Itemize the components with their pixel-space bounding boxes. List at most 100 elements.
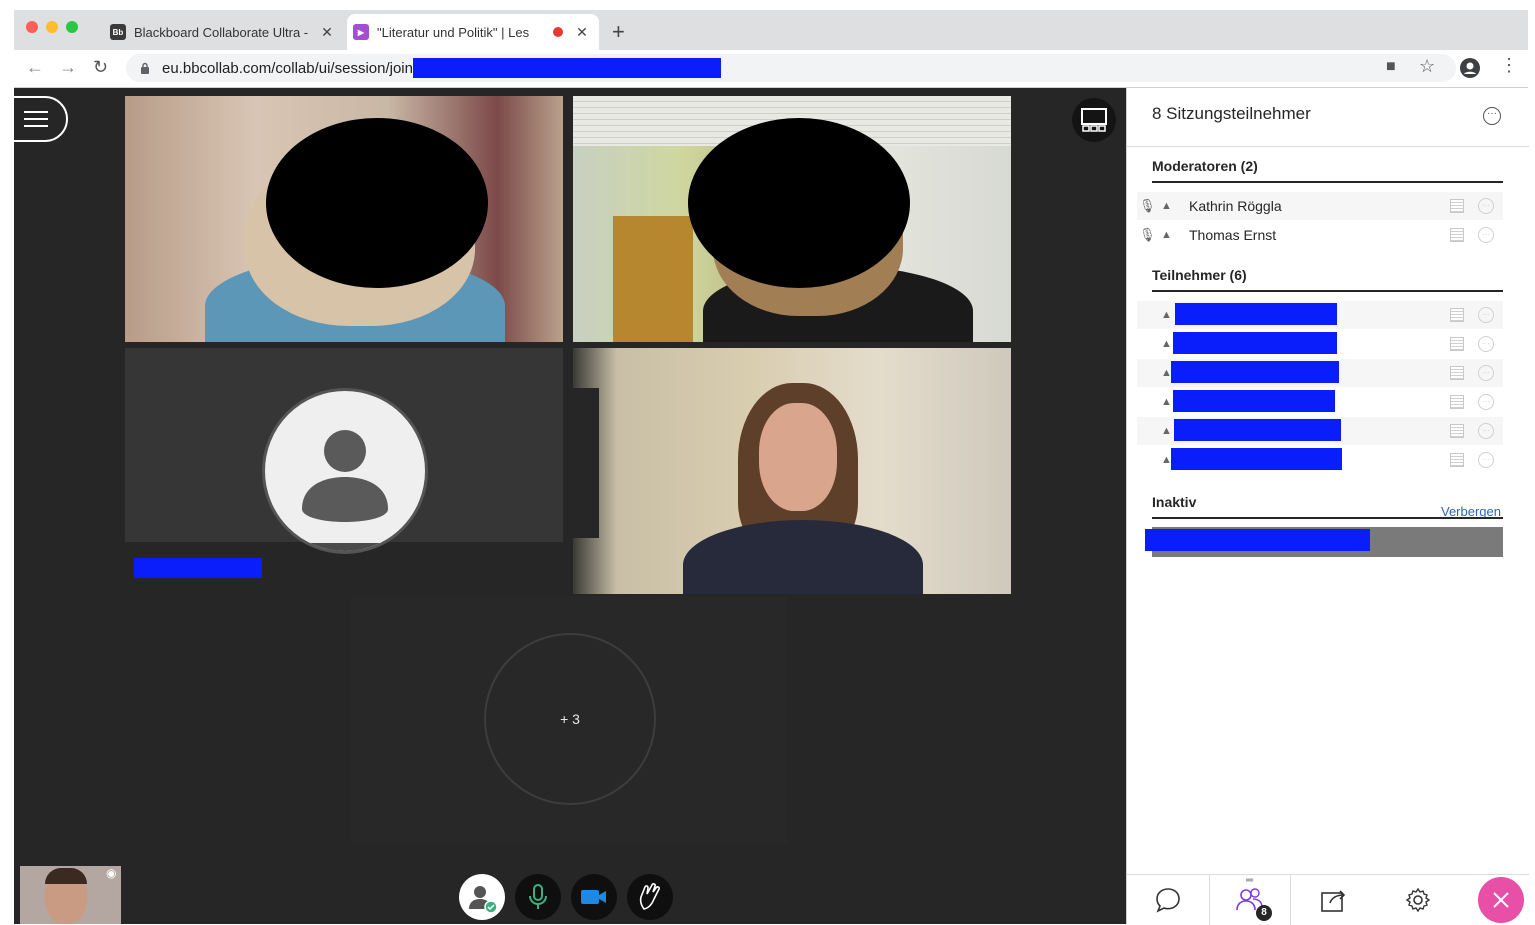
gear-icon [1405,887,1431,913]
close-tab-icon[interactable]: ✕ [318,24,336,41]
raise-hand-button[interactable] [627,874,673,920]
more-participants-count: + 3 [484,633,656,805]
camera-button[interactable] [571,874,617,920]
video-stage: + 3 ◉ [4,88,1126,924]
chat-bubble-icon [1156,888,1180,913]
address-bar[interactable]: eu.bbcollab.com/collab/ui/session/join [126,54,1456,82]
chat-icon[interactable] [1450,199,1464,213]
more-options-icon[interactable]: ··· [1483,107,1501,125]
tab-blackboard[interactable]: Bb Blackboard Collaborate Ultra - ✕ [104,14,344,50]
tab-bar: Bb Blackboard Collaborate Ultra - ✕ ▶ "L… [14,10,1528,50]
inactive-row[interactable] [1145,527,1503,557]
chat-icon[interactable] [1450,424,1464,438]
self-view-video[interactable]: ◉ [20,866,121,924]
microphone-icon [529,884,547,909]
divider [1152,517,1503,519]
user-status-icon [469,886,498,913]
redacted-name [1173,390,1335,412]
chat-icon[interactable] [1450,337,1464,351]
more-options-icon[interactable]: ··· [1478,452,1494,468]
status-settings-button[interactable] [459,874,505,920]
more-options-icon[interactable]: ··· [1478,336,1494,352]
video-tile[interactable] [573,348,1011,594]
reload-icon[interactable]: ↻ [93,57,108,78]
participant-row[interactable]: ▲ ··· [1137,359,1503,387]
more-participants-tile[interactable]: + 3 [351,596,787,844]
drag-handle-icon: ═ [1246,875,1254,886]
close-tab-icon[interactable]: ✕ [573,24,591,41]
door [613,216,693,342]
participant-face [759,403,837,511]
video-tile-avatar[interactable] [125,348,563,594]
participant-row[interactable]: ▲ ··· [1137,301,1503,329]
share-icon [1321,890,1346,912]
camera-indicator-icon[interactable]: ■ [1386,58,1396,76]
participant-row[interactable]: ▲ ··· [1137,388,1503,416]
participants-button[interactable]: ═ 8 [1209,875,1291,925]
chat-button[interactable] [1127,875,1209,925]
profile-icon[interactable] [1460,58,1480,78]
user-silhouette-icon [265,430,425,551]
more-options-icon[interactable]: ··· [1478,394,1494,410]
microphone-icon: 🎙 [1139,198,1156,213]
close-panel-button[interactable] [1473,875,1529,925]
video-tile[interactable] [573,96,1011,342]
maximize-window-button[interactable] [66,21,78,33]
more-options-icon[interactable]: ··· [1478,423,1494,439]
grid-layout-icon [1081,108,1107,132]
person-icon: ▲ [1161,200,1172,212]
tab-title: Blackboard Collaborate Ultra - [134,24,309,40]
minimize-window-button[interactable] [46,21,58,33]
close-icon [1493,892,1509,908]
new-tab-button[interactable]: + [612,19,625,45]
eye-icon[interactable]: ◉ [106,866,116,880]
participants-heading: Teilnehmer (6) [1152,267,1247,283]
divider [1127,146,1529,147]
participant-row[interactable]: ▲ ··· [1137,446,1503,474]
recording-icon [553,27,563,37]
participant-row[interactable]: 🎙 ▲ Thomas Ernst ··· [1137,221,1503,249]
participant-row[interactable]: ▲ ··· [1137,330,1503,358]
participant-name: Kathrin Röggla [1189,198,1282,214]
participant-name: Thomas Ernst [1189,227,1277,243]
share-content-button[interactable] [1293,875,1375,925]
divider [1152,290,1503,292]
chat-icon[interactable] [1450,228,1464,242]
redacted-name [1175,303,1337,325]
url-text: eu.bbcollab.com/collab/ui/session/join [162,59,413,77]
settings-button[interactable] [1377,875,1459,925]
more-options-icon[interactable]: ··· [1478,198,1494,214]
more-options-icon[interactable]: ··· [1478,365,1494,381]
redacted-name [1174,419,1341,441]
bookmark-star-icon[interactable]: ☆ [1419,56,1435,77]
blackboard-favicon-icon: Bb [110,24,126,40]
redacted-name [1145,529,1370,551]
forward-arrow-icon[interactable]: → [59,57,77,78]
person-icon: ▲ [1161,309,1172,321]
panel-action-bar: ═ 8 [1127,874,1529,925]
more-options-icon[interactable]: ··· [1478,227,1494,243]
redacted-name [1171,448,1342,470]
session-favicon-icon: ▶ [353,24,369,40]
close-window-button[interactable] [26,21,38,33]
layout-toggle-button[interactable] [1072,98,1116,142]
redacted-url-part [412,58,721,78]
chat-icon[interactable] [1450,395,1464,409]
video-tile[interactable] [125,96,563,342]
more-options-icon[interactable]: ··· [1478,307,1494,323]
participant-row[interactable]: 🎙 ▲ Kathrin Röggla ··· [1137,192,1503,220]
microphone-button[interactable] [515,874,561,920]
close-circle [1478,877,1524,923]
tab-literatur-und-politik[interactable]: ▶ "Literatur und Politik" | Les ✕ [347,14,599,50]
chat-icon[interactable] [1450,366,1464,380]
tab-title: "Literatur und Politik" | Les [377,24,530,40]
session-menu-button[interactable] [4,96,68,142]
chat-icon[interactable] [1450,308,1464,322]
back-arrow-icon[interactable]: ← [26,57,44,78]
frame-edge [573,388,599,538]
menu-dots-icon[interactable]: ⋮ [1500,55,1518,76]
inactive-heading: Inaktiv [1152,494,1197,510]
avatar [262,388,428,554]
chat-icon[interactable] [1450,453,1464,467]
participant-row[interactable]: ▲ ··· [1137,417,1503,445]
